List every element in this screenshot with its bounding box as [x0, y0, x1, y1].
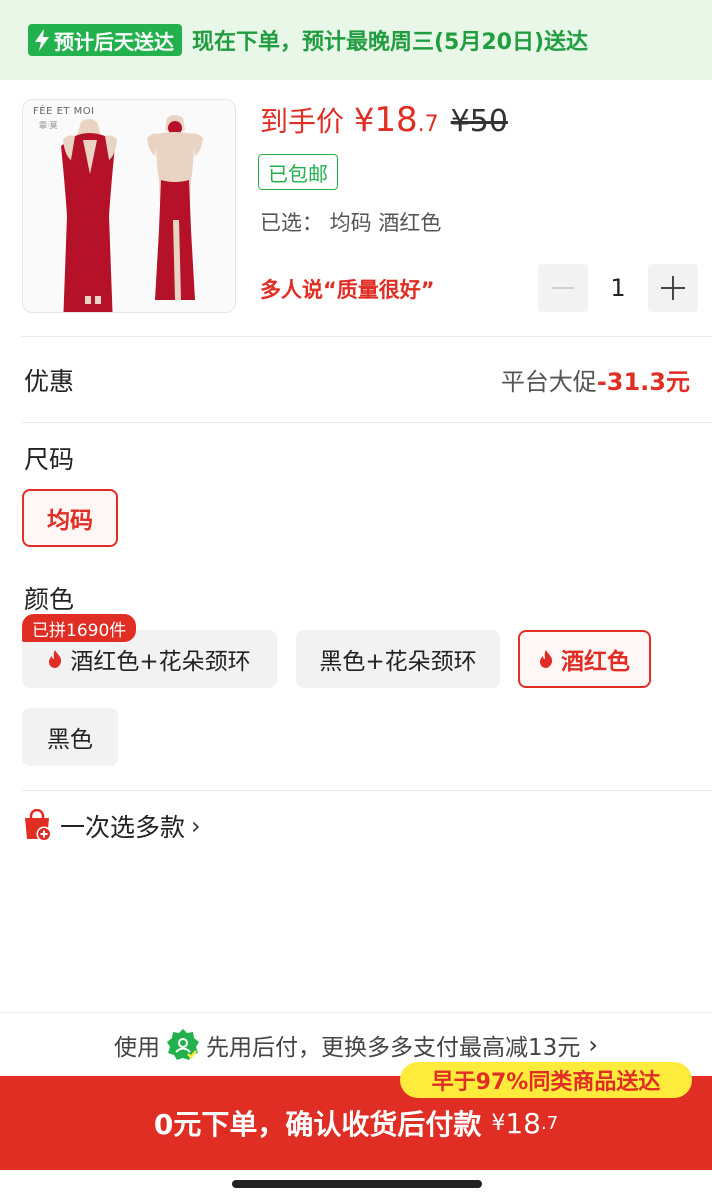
- joined-count-badge: 已拼1690件: [22, 614, 137, 642]
- size-option-one-size[interactable]: 均码: [22, 489, 118, 547]
- chevron-right-icon: ›: [588, 1030, 598, 1059]
- pay-later-logo-icon: [167, 1028, 200, 1060]
- original-price: ¥50: [450, 104, 508, 139]
- divider: [22, 422, 712, 423]
- fast-delivery-tag: 预计后天送达: [28, 24, 182, 56]
- size-label: 尺码: [24, 445, 75, 474]
- quantity-decrease-button[interactable]: [538, 264, 588, 312]
- order-price-integer: 18: [505, 1106, 541, 1140]
- delivery-estimate-text: 现在下单，预计最晚周三(5月20日)送达: [192, 30, 589, 55]
- pay-prefix: 使用: [114, 1034, 161, 1061]
- pay-later-text: 先用后付，更换多多支付最高减13元: [206, 1034, 581, 1061]
- price-decimal: .7: [417, 112, 439, 137]
- brand-logo-subtext: 霏·莫: [39, 121, 58, 130]
- discount-label: 优惠: [24, 367, 75, 396]
- price-integer: 18: [374, 100, 418, 140]
- quality-review-text: 多人说“质量很好”: [260, 278, 435, 302]
- order-price-decimal: .7: [540, 1112, 559, 1134]
- selected-spec-text: 已选： 均码 酒红色: [260, 211, 442, 235]
- platform-promo-label: 平台大促: [500, 368, 597, 396]
- color-label: 颜色: [24, 585, 75, 614]
- dress-illustration: [61, 115, 203, 312]
- color-option-black-flower-choker[interactable]: 黑色+花朵颈环: [296, 630, 500, 688]
- quantity-value[interactable]: 1: [590, 264, 646, 312]
- free-shipping-badge: 已包邮: [258, 154, 338, 190]
- place-order-label: 0元下单，确认收货后付款: [153, 1108, 482, 1141]
- chevron-right-icon: ›: [191, 812, 201, 840]
- early-delivery-badge: 早于97%同类商品送达: [400, 1062, 692, 1098]
- quantity-increase-button[interactable]: [648, 264, 698, 312]
- multi-select-label: 一次选多款: [60, 813, 186, 842]
- color-option-label: 酒红色+花朵颈环: [70, 649, 251, 675]
- price-currency: ¥: [354, 101, 375, 139]
- discount-detail[interactable]: 平台大促-31.3元: [501, 362, 690, 397]
- lightning-icon: [35, 29, 49, 51]
- home-indicator[interactable]: [232, 1180, 482, 1188]
- final-price-label: 到手价: [260, 105, 345, 138]
- delivery-banner: 预计后天送达 现在下单，预计最晚周三(5月20日)送达: [0, 0, 712, 80]
- size-option-label: 均码: [47, 508, 93, 534]
- color-option-label: 黑色+花朵颈环: [319, 649, 477, 675]
- price-row: 到手价 ¥ 18 .7 ¥50: [260, 100, 508, 140]
- plus-icon: [661, 276, 685, 300]
- color-option-label: 酒红色: [561, 649, 630, 675]
- minus-icon: [552, 287, 574, 289]
- divider: [22, 790, 712, 791]
- color-option-label: 黑色: [47, 727, 93, 753]
- fast-delivery-label: 预计后天送达: [54, 29, 174, 54]
- brand-logo-text: FÉE ET MOI: [33, 106, 95, 117]
- multi-select-row[interactable]: 一次选多款 ›: [22, 808, 201, 844]
- discount-amount: -31.3元: [596, 368, 690, 396]
- divider: [22, 336, 712, 337]
- flame-icon: [540, 650, 553, 668]
- shopping-bag-plus-icon: [25, 809, 52, 842]
- color-option-black[interactable]: 黑色: [22, 708, 118, 766]
- order-price-currency: ¥: [491, 1110, 506, 1136]
- product-image[interactable]: FÉE ET MOI 霏·莫: [22, 99, 236, 313]
- flame-icon: [49, 650, 62, 668]
- color-option-wine-red[interactable]: 酒红色: [518, 630, 651, 688]
